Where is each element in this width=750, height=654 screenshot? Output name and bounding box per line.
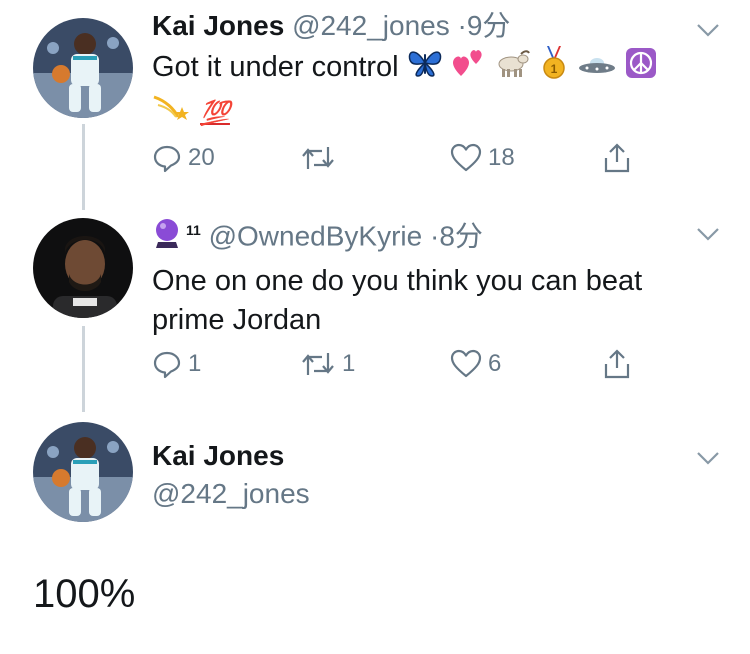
tweet-header: 11 @OwnedByKyrie ·8分 [152, 212, 730, 258]
author-name[interactable]: Kai Jones [152, 10, 284, 41]
butterfly-emoji-icon [407, 48, 443, 89]
reply-button[interactable]: 1 [152, 346, 201, 382]
ufo-emoji-icon [577, 49, 617, 88]
tweet-2[interactable]: 11 @OwnedByKyrie ·8分 One on one do you t… [152, 212, 730, 340]
separator-dot: · [457, 10, 467, 41]
chevron-down-icon[interactable] [696, 22, 720, 38]
reply-icon [153, 145, 181, 173]
avatar-kai-jones[interactable] [33, 18, 133, 118]
retweet-button[interactable] [300, 140, 342, 176]
retweet-icon [302, 353, 334, 375]
author-handle[interactable]: @242_jones [152, 476, 730, 512]
heart-icon [450, 349, 482, 378]
share-button[interactable] [602, 346, 632, 382]
two-hearts-emoji-icon [451, 48, 487, 89]
like-count: 6 [488, 350, 502, 377]
tweet-actions: 20 18 [152, 140, 652, 176]
author-handle[interactable]: @242_jones [292, 10, 450, 41]
thread-line [82, 124, 85, 210]
separator-dot: · [429, 220, 440, 252]
tweet-actions: 1 1 6 [152, 346, 652, 382]
reply-count: 1 [188, 350, 202, 377]
retweet-icon [302, 147, 334, 169]
like-button[interactable]: 18 [450, 140, 515, 176]
timestamp[interactable]: 8分 [439, 220, 483, 251]
tweet-text-line-2: 💯 [152, 93, 730, 134]
chevron-down-icon[interactable] [696, 226, 720, 242]
author-name[interactable]: Kai Jones [152, 438, 730, 474]
tweet-header: Kai Jones @242_jones ·9分 [152, 8, 730, 44]
crystal-ball-emoji-icon [152, 217, 182, 258]
tweet-text: One on one do you think you can beat pri… [152, 265, 643, 337]
timestamp[interactable]: 9分 [467, 10, 511, 41]
tweet-3[interactable]: Kai Jones @242_jones [152, 438, 730, 512]
author-name-text: Kai Jones [152, 440, 285, 471]
reply-button[interactable]: 20 [152, 140, 215, 176]
retweet-count: 1 [342, 350, 356, 377]
svg-text:1: 1 [551, 62, 558, 76]
share-button[interactable] [602, 140, 632, 176]
tweet-1[interactable]: Kai Jones @242_jones ·9分 Got it under co… [152, 8, 730, 134]
share-icon [604, 349, 630, 379]
retweet-button[interactable]: 1 [300, 346, 355, 382]
peace-symbol-emoji-icon [625, 47, 657, 90]
author-handle-text: @242_jones [152, 478, 310, 509]
reply-icon [153, 351, 181, 379]
avatar-kai-jones[interactable] [33, 422, 133, 522]
name-badge-number: 11 [186, 222, 201, 238]
chevron-down-icon[interactable] [696, 450, 720, 466]
share-icon [604, 143, 630, 173]
reply-count: 20 [188, 144, 215, 171]
medal-emoji-icon: 1 [539, 46, 569, 91]
tweet-text-large: 100% [33, 572, 136, 616]
tweet-text-line: Got it under control [152, 51, 399, 84]
goat-emoji-icon [495, 48, 531, 89]
heart-icon [450, 143, 482, 172]
like-count: 18 [488, 144, 515, 171]
tweet-text: Got it under control 1 [152, 46, 730, 91]
thread-line [82, 326, 85, 412]
like-button[interactable]: 6 [450, 346, 501, 382]
hundred-points-emoji: 💯 [200, 100, 230, 127]
author-handle[interactable]: @OwnedByKyrie [209, 220, 423, 251]
dizzy-emoji-icon [152, 93, 192, 134]
avatar-owned-by-kyrie[interactable] [33, 218, 133, 318]
